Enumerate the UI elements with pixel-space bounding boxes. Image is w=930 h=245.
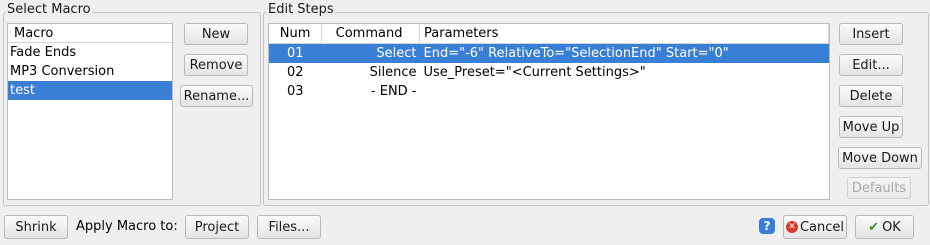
defaults-button[interactable]: Defaults [847, 177, 911, 199]
step-num: 02 [287, 65, 304, 80]
step-num: 01 [269, 43, 322, 63]
macro-list-item[interactable]: test [8, 81, 172, 100]
step-row[interactable]: 01 Select End="-6" RelativeTo="Selection… [269, 43, 829, 63]
delete-button[interactable]: Delete [839, 85, 903, 107]
rename-button[interactable]: Rename... [180, 85, 253, 107]
checkmark-icon: ✔ [868, 219, 880, 235]
step-parameters: End="-6" RelativeTo="SelectionEnd" Start… [419, 43, 829, 63]
cancel-button[interactable]: ✕ Cancel [783, 215, 847, 239]
files-button[interactable]: Files... [257, 215, 321, 239]
help-icon[interactable]: ? [759, 218, 775, 234]
macro-list-item[interactable]: Fade Ends [8, 43, 172, 62]
column-header-command[interactable]: Command [321, 24, 421, 44]
macro-list[interactable]: Macro Fade Ends MP3 Conversion test [7, 23, 173, 200]
step-parameters: Use_Preset="<Current Settings>" [423, 65, 646, 80]
macro-list-item[interactable]: MP3 Conversion [8, 62, 172, 81]
project-button[interactable]: Project [185, 215, 249, 239]
insert-button[interactable]: Insert [839, 23, 903, 45]
cancel-icon: ✕ [785, 221, 798, 233]
column-header-num[interactable]: Num [269, 24, 323, 44]
step-row[interactable]: 03 - END - [269, 82, 829, 101]
cancel-label: Cancel [799, 219, 845, 235]
step-command: - END - [370, 84, 417, 99]
step-row[interactable]: 02 Silence Use_Preset="<Current Settings… [269, 63, 829, 82]
move-up-button[interactable]: Move Up [839, 116, 903, 138]
remove-button[interactable]: Remove [184, 54, 248, 76]
apply-macro-label: Apply Macro to: [76, 219, 178, 234]
ok-button[interactable]: ✔ OK [855, 215, 914, 239]
step-command: Silence [369, 65, 417, 80]
step-parameters [420, 82, 829, 101]
steps-list[interactable]: Num Command Parameters 01 Select End="-6… [268, 23, 830, 200]
step-num: 03 [287, 84, 304, 99]
step-command: Select [321, 43, 420, 63]
shrink-button[interactable]: Shrink [4, 215, 68, 239]
steps-table: Num Command Parameters 01 Select End="-6… [269, 24, 829, 101]
macro-list-header: Macro [8, 24, 172, 43]
ok-label: OK [882, 219, 901, 235]
column-header-parameters[interactable]: Parameters [419, 24, 829, 44]
select-macro-title: Select Macro [6, 2, 92, 17]
new-button[interactable]: New [184, 23, 248, 45]
edit-button[interactable]: Edit... [839, 54, 903, 76]
edit-steps-title: Edit Steps [267, 2, 335, 17]
move-down-button[interactable]: Move Down [838, 147, 922, 169]
